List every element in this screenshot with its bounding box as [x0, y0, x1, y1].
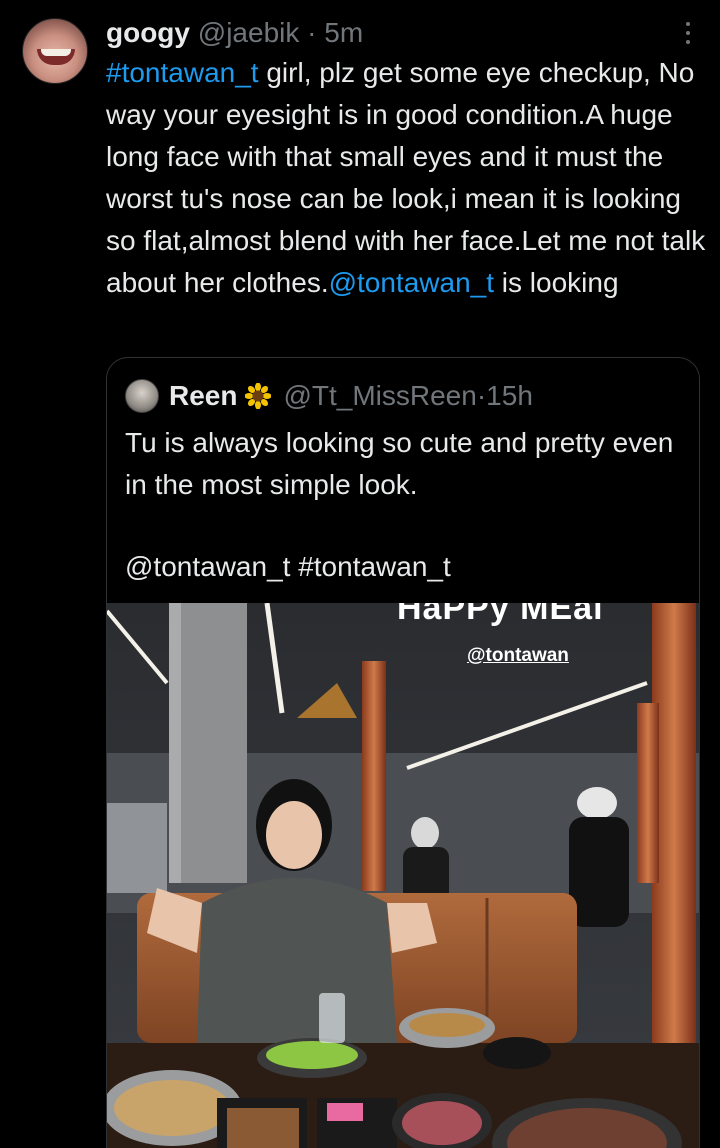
sunflower-icon — [245, 383, 272, 409]
quoted-tweet-tags: @tontawan_t #tontawan_t — [125, 551, 451, 582]
quoted-tweet-header: Reen @Tt_MissReen · 15h — [125, 376, 533, 416]
author-display-name[interactable]: googy — [106, 17, 190, 48]
quoted-author-avatar — [125, 379, 159, 413]
quoted-tweet-card[interactable]: Reen @Tt_MissReen · 15h Tu is always loo… — [106, 357, 700, 1148]
author-handle[interactable]: @jaebik — [198, 17, 300, 48]
meta-separator: · — [307, 17, 317, 48]
tweet-timestamp[interactable]: 5m — [324, 17, 363, 48]
author-avatar[interactable] — [22, 18, 88, 84]
quoted-author-display-name: Reen — [169, 380, 238, 411]
tweet-text: #tontawan_t girl, plz get some eye check… — [106, 52, 706, 304]
quoted-tweet-photo[interactable]: HaPPy MEal @tontawan — [107, 603, 699, 1148]
hashtag-link[interactable]: #tontawan_t — [106, 57, 259, 88]
tweet-text-part2: is looking — [494, 267, 619, 298]
avatar-mouth — [37, 49, 75, 65]
tweet: googy @jaebik · 5m #tontawan_t girl, plz… — [106, 14, 706, 304]
quoted-tweet-timestamp: 15h — [486, 380, 533, 411]
quoted-author-handle: @Tt_MissReen — [283, 380, 477, 411]
mention-link[interactable]: @tontawan_t — [329, 267, 494, 298]
restaurant-photo-illustration — [107, 603, 699, 1148]
tweet-header: googy @jaebik · 5m — [106, 14, 706, 52]
photo-overlay-title: HaPPy MEal — [397, 603, 604, 627]
avatar-teeth — [41, 49, 71, 56]
quoted-tweet-text: Tu is always looking so cute and pretty … — [125, 427, 674, 500]
photo-overlay-handle: @tontawan — [467, 645, 569, 666]
tweet-text-part1: girl, plz get some eye checkup, No way y… — [106, 57, 706, 298]
quoted-meta-separator: · — [476, 380, 487, 411]
